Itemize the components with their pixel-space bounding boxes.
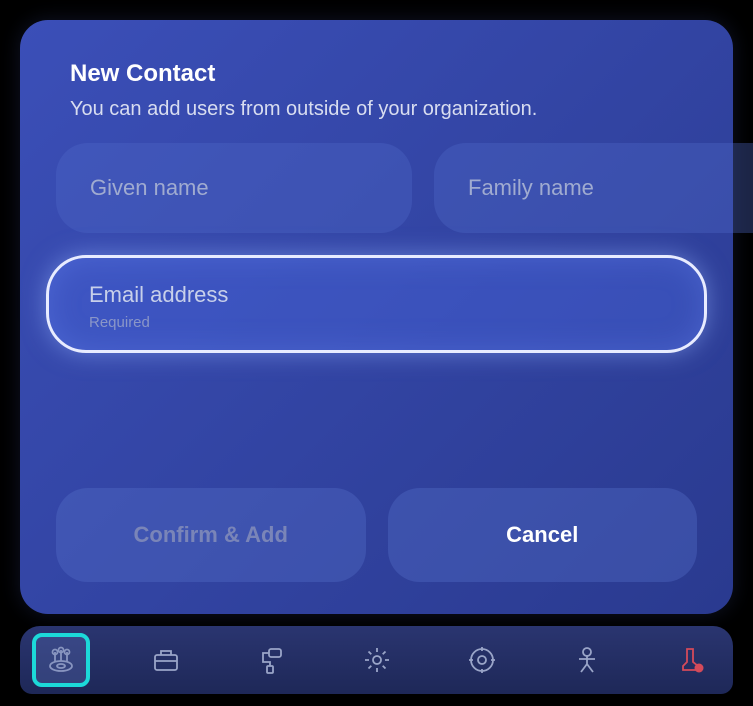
taskbar [20,626,733,694]
taskbar-person[interactable] [559,633,616,687]
briefcase-icon [150,644,182,676]
taskbar-briefcase[interactable] [138,633,195,687]
new-contact-dialog: New Contact You can add users from outsi… [20,20,733,614]
email-required-label: Required [89,314,150,331]
gear-icon [361,644,393,676]
email-input[interactable]: Email address Required [46,255,707,353]
taskbar-settings[interactable] [348,633,405,687]
taskbar-paint-roller[interactable] [243,633,300,687]
email-label: Email address [89,282,664,308]
taskbar-apps[interactable] [32,633,90,687]
dialog-subtitle: You can add users from outside of your o… [70,98,697,121]
given-name-input[interactable] [56,143,412,233]
apps-icon [45,644,77,676]
family-name-input[interactable] [434,143,753,233]
taskbar-target[interactable] [453,633,510,687]
confirm-add-button[interactable]: Confirm & Add [56,488,366,582]
cancel-button[interactable]: Cancel [388,488,698,582]
paint-roller-icon [255,644,287,676]
boot-alert-icon [676,644,708,676]
dialog-title: New Contact [70,60,697,88]
taskbar-boot-alert[interactable] [664,633,721,687]
button-row: Confirm & Add Cancel [56,488,697,582]
target-icon [466,644,498,676]
name-row [56,143,697,233]
person-icon [571,644,603,676]
